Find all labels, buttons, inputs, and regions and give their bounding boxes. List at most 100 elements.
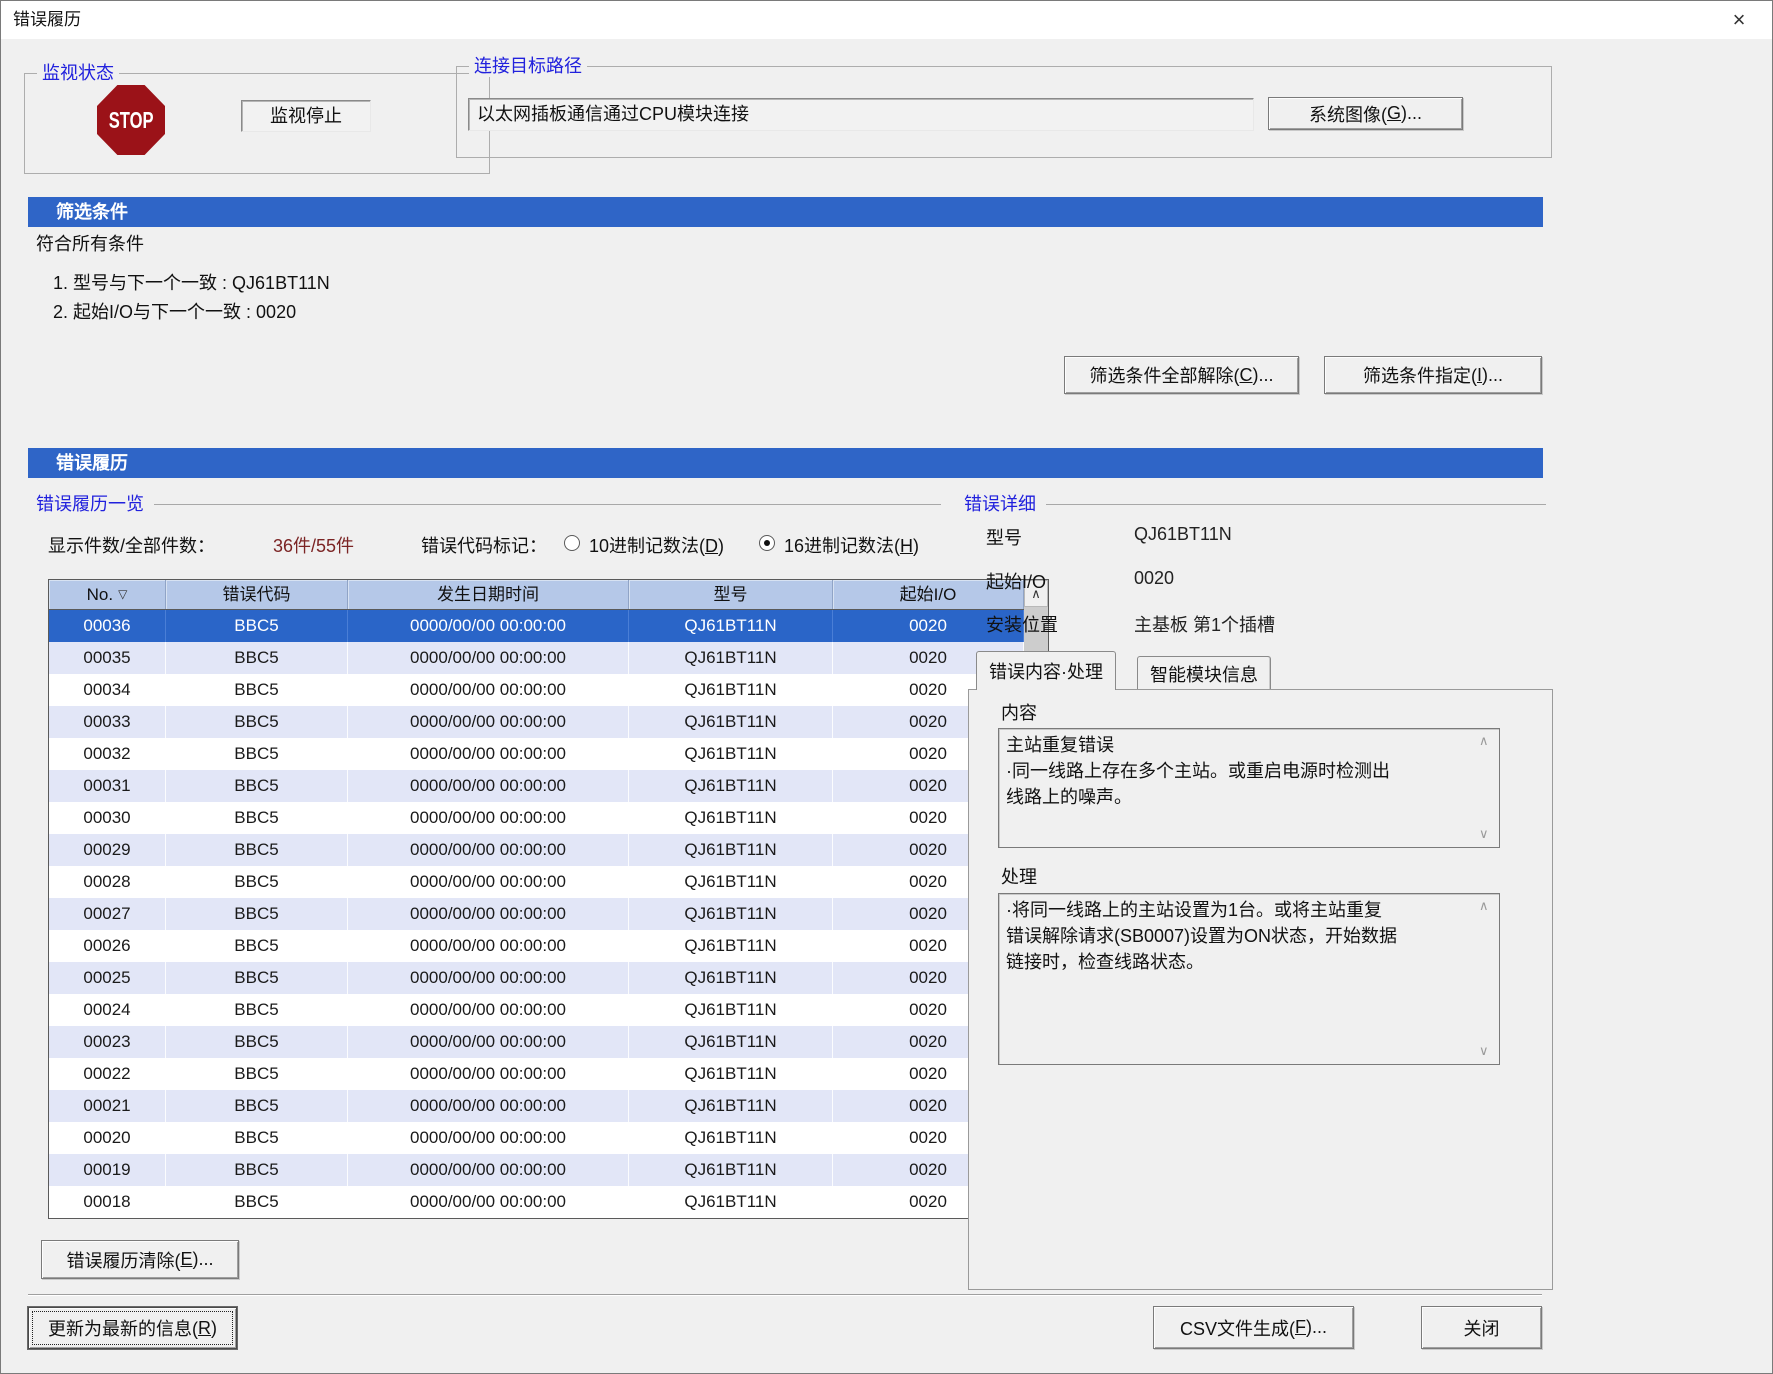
close-button[interactable]: 关闭 xyxy=(1421,1306,1542,1349)
cell-model: QJ61BT11N xyxy=(629,994,833,1026)
action-scroll-up-icon[interactable]: ∧ xyxy=(1479,899,1768,912)
table-row[interactable]: 00030 BBC5 0000/00/00 00:00:00 QJ61BT11N… xyxy=(49,802,1024,834)
cell-datetime: 0000/00/00 00:00:00 xyxy=(348,1122,629,1154)
column-header-model[interactable]: 型号 xyxy=(629,580,833,609)
monitor-status-label: 监视状态 xyxy=(37,62,119,84)
history-list-caption: 错误履历一览 xyxy=(36,490,941,516)
cell-no: 00026 xyxy=(49,930,166,962)
cell-datetime: 0000/00/00 00:00:00 xyxy=(348,1154,629,1186)
cell-error-code: BBC5 xyxy=(166,770,348,802)
cell-model: QJ61BT11N xyxy=(629,962,833,994)
filter-specify-button[interactable]: 筛选条件指定(I)... xyxy=(1324,356,1542,394)
cell-no: 00035 xyxy=(49,642,166,674)
cell-model: QJ61BT11N xyxy=(629,834,833,866)
cell-no: 00019 xyxy=(49,1154,166,1186)
cell-error-code: BBC5 xyxy=(166,866,348,898)
table-row[interactable]: 00018 BBC5 0000/00/00 00:00:00 QJ61BT11N… xyxy=(49,1186,1024,1218)
content-scroll-up-icon[interactable]: ∧ xyxy=(1479,734,1768,747)
cell-datetime: 0000/00/00 00:00:00 xyxy=(348,610,629,642)
cell-error-code: BBC5 xyxy=(166,1186,348,1218)
cell-no: 00029 xyxy=(49,834,166,866)
cell-no: 00033 xyxy=(49,706,166,738)
table-row[interactable]: 00028 BBC5 0000/00/00 00:00:00 QJ61BT11N… xyxy=(49,866,1024,898)
csv-generate-button[interactable]: CSV文件生成(F)... xyxy=(1153,1306,1354,1349)
cell-error-code: BBC5 xyxy=(166,642,348,674)
radio-decimal[interactable] xyxy=(564,535,580,551)
cell-no: 00025 xyxy=(49,962,166,994)
detail-model-value: QJ61BT11N xyxy=(1134,524,1232,545)
table-row[interactable]: 00032 BBC5 0000/00/00 00:00:00 QJ61BT11N… xyxy=(49,738,1024,770)
table-row[interactable]: 00027 BBC5 0000/00/00 00:00:00 QJ61BT11N… xyxy=(49,898,1024,930)
table-row[interactable]: 00035 BBC5 0000/00/00 00:00:00 QJ61BT11N… xyxy=(49,642,1024,674)
cell-error-code: BBC5 xyxy=(166,738,348,770)
detail-io-value: 0020 xyxy=(1134,568,1174,589)
system-image-button[interactable]: 系统图像(G)... xyxy=(1268,97,1463,130)
cell-no: 00034 xyxy=(49,674,166,706)
content-scroll-down-icon[interactable]: ∨ xyxy=(1479,827,1768,840)
table-row[interactable]: 00029 BBC5 0000/00/00 00:00:00 QJ61BT11N… xyxy=(49,834,1024,866)
cell-datetime: 0000/00/00 00:00:00 xyxy=(348,962,629,994)
cell-no: 00031 xyxy=(49,770,166,802)
table-row[interactable]: 00020 BBC5 0000/00/00 00:00:00 QJ61BT11N… xyxy=(49,1122,1024,1154)
cell-model: QJ61BT11N xyxy=(629,610,833,642)
table-row[interactable]: 00021 BBC5 0000/00/00 00:00:00 QJ61BT11N… xyxy=(49,1090,1024,1122)
cell-no: 00020 xyxy=(49,1122,166,1154)
cell-no: 00018 xyxy=(49,1186,166,1218)
cell-error-code: BBC5 xyxy=(166,674,348,706)
cell-model: QJ61BT11N xyxy=(629,1122,833,1154)
cell-model: QJ61BT11N xyxy=(629,1058,833,1090)
detail-io-label: 起始I/O xyxy=(986,568,1046,594)
action-scroll-down-icon[interactable]: ∨ xyxy=(1479,1044,1768,1057)
cell-error-code: BBC5 xyxy=(166,802,348,834)
table-row[interactable]: 00019 BBC5 0000/00/00 00:00:00 QJ61BT11N… xyxy=(49,1154,1024,1186)
content-textbox[interactable]: 主站重复错误 ·同一线路上存在多个主站。或重启电源时检测出 线路上的噪声。 xyxy=(998,728,1500,848)
cell-error-code: BBC5 xyxy=(166,706,348,738)
close-icon[interactable]: × xyxy=(1722,1,1756,39)
error-table-body: 00036 BBC5 0000/00/00 00:00:00 QJ61BT11N… xyxy=(49,610,1024,1218)
cell-no: 00021 xyxy=(49,1090,166,1122)
table-row[interactable]: 00033 BBC5 0000/00/00 00:00:00 QJ61BT11N… xyxy=(49,706,1024,738)
column-header-code[interactable]: 错误代码 xyxy=(166,580,348,609)
tab-intelligent-module-info[interactable]: 智能模块信息 xyxy=(1137,656,1271,690)
cell-error-code: BBC5 xyxy=(166,1058,348,1090)
title-bar: 错误履历 × xyxy=(1,1,1772,39)
connection-path-field[interactable]: 以太网插板通信通过CPU模块连接 xyxy=(468,98,1254,131)
content-label: 内容 xyxy=(1001,699,1037,725)
table-row[interactable]: 00024 BBC5 0000/00/00 00:00:00 QJ61BT11N… xyxy=(49,994,1024,1026)
cell-datetime: 0000/00/00 00:00:00 xyxy=(348,994,629,1026)
action-textbox[interactable]: ·将同一线路上的主站设置为1台。或将主站重复 错误解除请求(SB0007)设置为… xyxy=(998,893,1500,1065)
filter-clear-all-button[interactable]: 筛选条件全部解除(C)... xyxy=(1064,356,1299,394)
radio-decimal-label[interactable]: 10进制记数法(D) xyxy=(589,532,724,558)
table-row[interactable]: 00023 BBC5 0000/00/00 00:00:00 QJ61BT11N… xyxy=(49,1026,1024,1058)
table-row[interactable]: 00031 BBC5 0000/00/00 00:00:00 QJ61BT11N… xyxy=(49,770,1024,802)
history-section-bar: 错误履历 xyxy=(28,448,1543,478)
cell-datetime: 0000/00/00 00:00:00 xyxy=(348,866,629,898)
cell-error-code: BBC5 xyxy=(166,610,348,642)
table-row[interactable]: 00036 BBC5 0000/00/00 00:00:00 QJ61BT11N… xyxy=(49,610,1024,642)
cell-model: QJ61BT11N xyxy=(629,642,833,674)
action-label: 处理 xyxy=(1001,863,1037,889)
refresh-button[interactable]: 更新为最新的信息(R) xyxy=(28,1307,237,1349)
cell-model: QJ61BT11N xyxy=(629,1026,833,1058)
table-row[interactable]: 00022 BBC5 0000/00/00 00:00:00 QJ61BT11N… xyxy=(49,1058,1024,1090)
cell-model: QJ61BT11N xyxy=(629,802,833,834)
radio-hexadecimal[interactable] xyxy=(759,535,775,551)
sort-descending-icon: ▽ xyxy=(118,580,127,609)
cell-error-code: BBC5 xyxy=(166,1090,348,1122)
cell-model: QJ61BT11N xyxy=(629,706,833,738)
table-row[interactable]: 00034 BBC5 0000/00/00 00:00:00 QJ61BT11N… xyxy=(49,674,1024,706)
monitor-status-value: 监视停止 xyxy=(241,100,371,132)
cell-no: 00023 xyxy=(49,1026,166,1058)
clear-history-button[interactable]: 错误履历清除(E)... xyxy=(41,1240,239,1279)
table-row[interactable]: 00026 BBC5 0000/00/00 00:00:00 QJ61BT11N… xyxy=(49,930,1024,962)
footer-separator xyxy=(28,1294,1542,1296)
table-row[interactable]: 00025 BBC5 0000/00/00 00:00:00 QJ61BT11N… xyxy=(49,962,1024,994)
cell-no: 00036 xyxy=(49,610,166,642)
column-header-no[interactable]: No. ▽ xyxy=(49,580,166,609)
cell-model: QJ61BT11N xyxy=(629,738,833,770)
radio-hexadecimal-label[interactable]: 16进制记数法(H) xyxy=(784,532,919,558)
cell-datetime: 0000/00/00 00:00:00 xyxy=(348,802,629,834)
column-header-datetime[interactable]: 发生日期时间 xyxy=(348,580,629,609)
window-title: 错误履历 xyxy=(13,1,81,39)
tab-error-content-handling[interactable]: 错误内容·处理 xyxy=(976,651,1116,690)
